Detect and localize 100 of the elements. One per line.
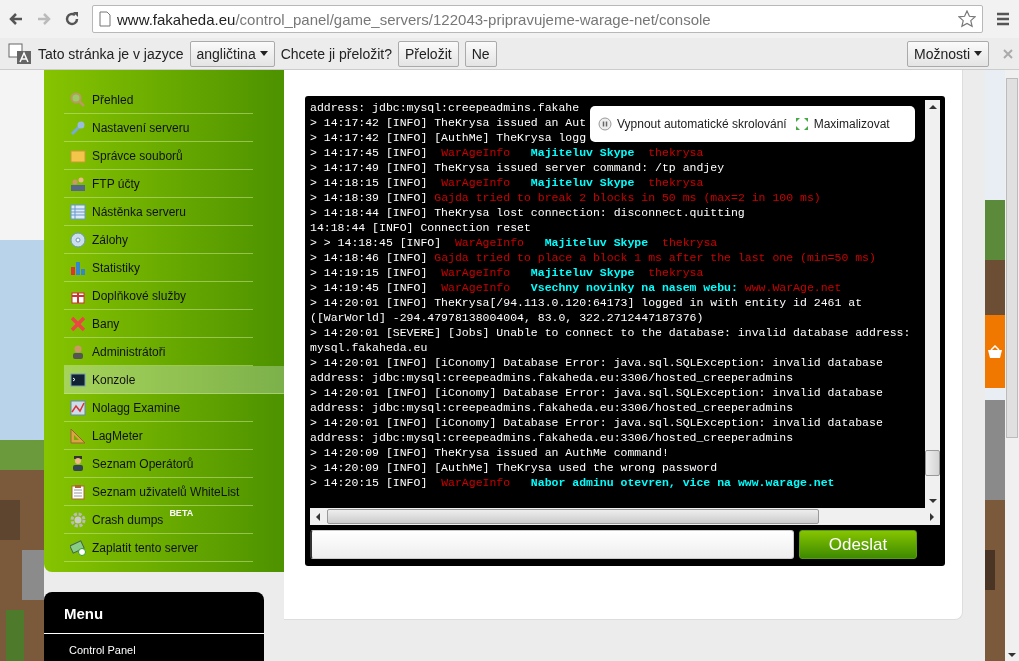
sidebar-item[interactable]: Doplňkové služby (64, 282, 253, 310)
language-select[interactable]: angličtina (189, 40, 275, 67)
terminal-icon (70, 371, 86, 388)
log-text: > 14:18:15 [INFO] (310, 176, 429, 189)
menu-icon[interactable] (995, 11, 1011, 27)
log-text: Vsechny novinky na nasem webu: (529, 281, 738, 294)
log-text: > 14:20:01 [INFO] [iConomy] Database Error: java.sql.SQLException: invalid database (310, 416, 883, 429)
translate-button[interactable]: Přeložit (397, 40, 459, 67)
log-text: > 14:20:01 [INFO] [iConomy] Database Error: java.sql.SQLException: invalid database (310, 386, 883, 399)
back-icon[interactable] (8, 11, 24, 27)
log-text: thekrysa (647, 146, 704, 159)
sidebar-item[interactable]: Statistiky (64, 254, 253, 282)
address-bar[interactable]: www.fakaheda.eu/control_panel/game_servers/122043-pripravujeme-warage-net/console (92, 5, 983, 33)
sidebar-item[interactable]: Přehled (64, 86, 253, 114)
sidebar-item[interactable]: Seznam Operátorů (64, 450, 253, 478)
sidebar-item[interactable]: Bany (64, 310, 253, 338)
scroll-down-icon[interactable] (1008, 652, 1017, 658)
line-chart-icon (70, 399, 86, 416)
log-text: > 14:17:49 [INFO] TheKrysa issued server command: /tp andjey (310, 161, 725, 174)
sidebar-item[interactable]: Seznam uživatelů WhiteList (64, 478, 253, 506)
log-text: WarAgeInfo (441, 146, 511, 159)
log-text: > 14:20:01 [SEVERE] [Jobs] Unable to connect to the database: invalid database address: (310, 326, 911, 339)
log-text: ([WarWorld] -294.47978138004004, 83.0, 322.2712447187376) (310, 311, 704, 324)
sidebar-item[interactable]: Nolagg Examine (64, 394, 253, 422)
log-text: WarAgeInfo (441, 266, 511, 279)
scroll-right-icon[interactable] (929, 512, 935, 521)
disc-icon (70, 231, 86, 248)
log-text: > 14:20:15 [INFO] (310, 476, 429, 489)
sidebar-item[interactable]: LagMeter (64, 422, 253, 450)
scroll-up-icon[interactable] (928, 104, 937, 110)
caret-icon (974, 51, 982, 56)
scroll-down-icon[interactable] (928, 498, 937, 504)
log-text: thekrysa (661, 236, 718, 249)
scroll-left-icon[interactable] (315, 512, 321, 521)
maximize-button[interactable]: Maximalizovat (794, 117, 890, 131)
log-text: mysql.fakaheda.eu (310, 341, 428, 354)
log-text: > 14:18:39 [INFO] (310, 191, 429, 204)
log-text: address: jdbc:mysql:creepeadmins.fakaheda.eu:3306/hosted_creeperadmins (310, 431, 794, 444)
log-text: Majiteluv Skype (543, 236, 649, 249)
sidebar-item[interactable]: Zaplatit tento server (64, 534, 253, 562)
sidebar-item[interactable]: Nastavení serveru (64, 114, 253, 142)
command-input[interactable] (310, 530, 794, 559)
sidebar-item[interactable]: Konzole (64, 366, 284, 394)
log-text: > 14:20:09 [INFO] [AuthMe] TheKrysa used the wrong password (310, 461, 718, 474)
translate-icon (8, 42, 32, 65)
star-icon[interactable] (958, 10, 976, 28)
caret-icon (259, 51, 268, 56)
log-text: > 14:17:42 [INFO] [AuthMe] TheKrysa logg (310, 131, 587, 144)
reload-icon[interactable] (64, 11, 80, 27)
wrench-icon (70, 119, 86, 136)
log-text: www.WarAge.net (743, 281, 842, 294)
magnifier-icon (70, 91, 86, 108)
sidebar-item[interactable]: Zálohy (64, 226, 253, 254)
page-icon (99, 11, 111, 27)
log-text: Gajda tried to break 2 blocks in 50 ms (max=2 in 100 ms) (434, 191, 821, 204)
sidebar-item[interactable]: Nástěnka serveru (64, 198, 253, 226)
horizontal-scrollbar[interactable] (310, 508, 940, 525)
clipboard-icon (70, 483, 86, 500)
expand-icon (794, 117, 809, 131)
sidebar-item[interactable]: FTP účty (64, 170, 253, 198)
people-icon (70, 175, 86, 192)
log-text: Majiteluv Skype (529, 266, 635, 279)
basket-icon (987, 344, 1004, 359)
person-icon (70, 343, 86, 360)
gear-icon (70, 511, 86, 528)
log-text: > 14:17:45 [INFO] (310, 146, 429, 159)
log-text: > 14:17:42 [INFO] TheKrysa issued an Aut (310, 116, 587, 129)
log-text: > 14:18:46 [INFO] (310, 251, 429, 264)
translate-question: Chcete ji přeložit? (280, 45, 392, 62)
log-text: Nabor adminu otevren, vice na www.warage.net (529, 476, 835, 489)
money-icon (70, 539, 86, 556)
beta-label: BETA (169, 508, 194, 518)
log-text: thekrysa (647, 266, 704, 279)
log-text: thekrysa (647, 176, 704, 189)
autoscroll-button[interactable]: Vypnout automatické skrolování (598, 117, 787, 131)
options-button[interactable]: Možnosti (906, 40, 989, 67)
log-text: address: jdbc:mysql:creepeadmins.fakaheda.eu:3306/hosted_creeperadmins (310, 371, 794, 384)
log-text: Majiteluv Skype (529, 176, 635, 189)
log-text: > 14:19:45 [INFO] (310, 281, 429, 294)
translate-prompt: Tato stránka je v jazyce (38, 45, 184, 62)
log-text: WarAgeInfo (454, 236, 524, 249)
log-text: address: jdbc:mysql:creepeadmins.fakahe (310, 101, 580, 114)
cross-icon (70, 315, 86, 332)
log-text: > 14:20:01 [INFO] TheKrysa[/94.113.0.120:64173] logged in with entity id 2461 at (310, 296, 863, 309)
menu-title: Menu (44, 592, 264, 634)
menu-link[interactable]: Control Panel (44, 634, 264, 656)
translate-button[interactable]: Ne (464, 40, 497, 67)
sidebar-item[interactable]: Crash dumps $^{BETA}$ (64, 506, 253, 534)
log-text: > 14:19:15 [INFO] (310, 266, 429, 279)
log-text: address: jdbc:mysql:creepeadmins.fakaheda.eu:3306/hosted_creeperadmins (310, 401, 794, 414)
scroll-thumb[interactable] (925, 450, 940, 476)
table-icon (70, 203, 86, 220)
person-icon (70, 455, 86, 472)
shop-tab[interactable] (985, 315, 1006, 388)
log-text: 14:18:44 [INFO] Connection reset (310, 221, 531, 234)
page-scrollbar[interactable] (1005, 70, 1019, 661)
log-text: WarAgeInfo (441, 476, 511, 489)
log-text: > 14:20:01 [INFO] [iConomy] Database Error: java.sql.SQLException: invalid database (310, 356, 883, 369)
vertical-scrollbar[interactable] (925, 100, 940, 508)
sidebar-item[interactable]: Správce souborů (64, 142, 253, 170)
